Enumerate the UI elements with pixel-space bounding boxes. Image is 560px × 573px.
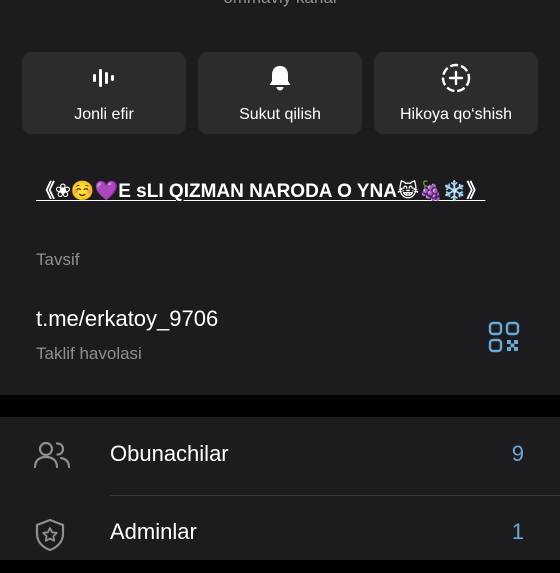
mute-button[interactable]: Sukut qilish <box>198 52 362 134</box>
description-text: 《❀☺️💜E sLI QIZMAN NARODA O YNA😹🍇❄️》 <box>36 181 486 202</box>
description-label: Tavsif <box>36 250 80 269</box>
live-stream-button[interactable]: Jonli efir <box>22 52 186 134</box>
admins-label: Adminlar <box>110 519 197 544</box>
bell-icon <box>267 64 293 92</box>
admin-shield-icon <box>32 517 68 558</box>
channel-management-list: Obunachilar 9 Adminlar 1 <box>0 417 560 560</box>
subscribers-label: Obunachilar <box>110 441 229 466</box>
live-stream-icon <box>91 64 117 92</box>
mute-label: Sukut qilish <box>239 106 321 123</box>
live-stream-label: Jonli efir <box>74 106 134 123</box>
subscribers-row[interactable]: Obunachilar 9 <box>0 417 560 496</box>
users-icon <box>32 439 72 478</box>
invite-link-label: Taklif havolasi <box>36 344 142 363</box>
add-story-label: Hikoya qo‘shish <box>399 106 513 123</box>
qr-code-icon[interactable] <box>488 321 520 358</box>
add-story-icon <box>440 63 472 93</box>
channel-description: 《❀☺️💜E sLI QIZMAN NARODA O YNA😹🍇❄️》 <box>36 178 526 206</box>
invite-link[interactable]: t.me/erkatoy_9706 <box>36 306 218 332</box>
channel-info-panel: ommaviy kanal Jonli efir Sukut qilish <box>0 0 560 395</box>
admins-row[interactable]: Adminlar 1 <box>0 495 560 573</box>
add-story-button[interactable]: Hikoya qo‘shish <box>374 52 538 134</box>
channel-type-subtitle: ommaviy kanal <box>0 0 560 8</box>
subscribers-count: 9 <box>511 441 524 466</box>
admins-count: 1 <box>511 519 524 544</box>
